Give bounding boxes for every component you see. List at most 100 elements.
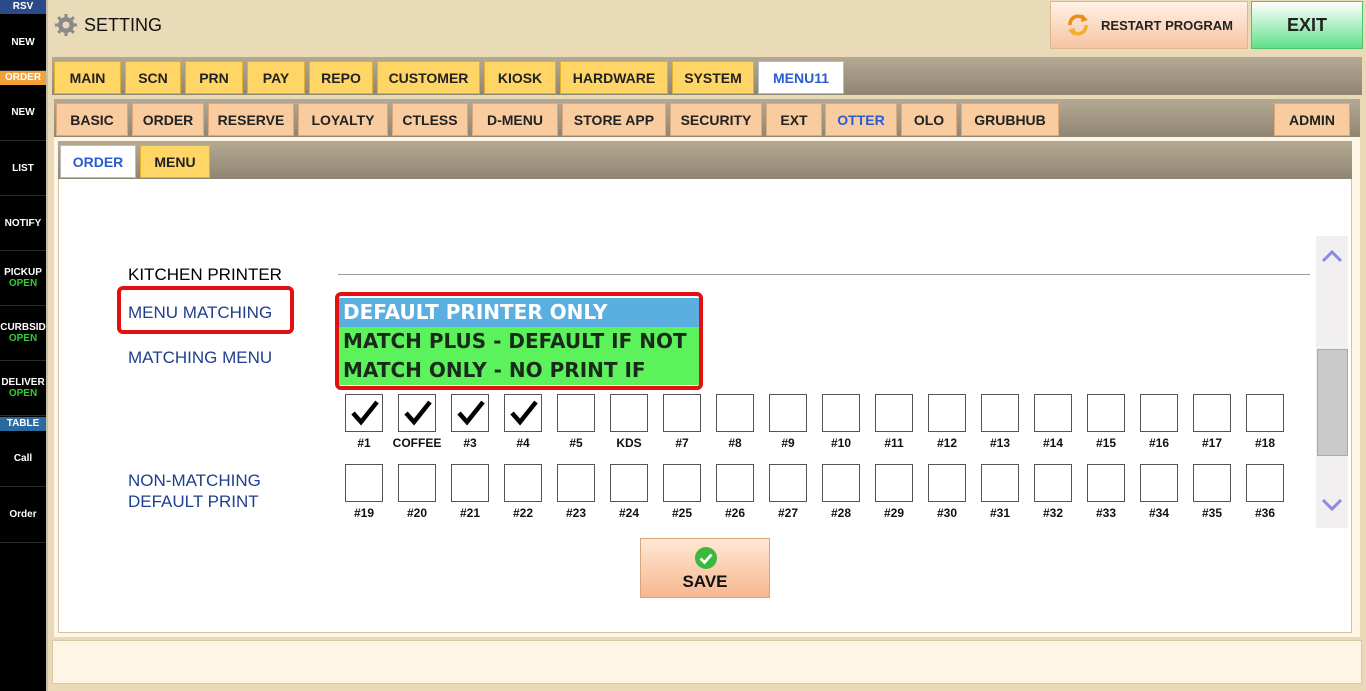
matching-printer-checkbox[interactable]	[875, 394, 913, 432]
kitchen-printer-heading: KITCHEN PRINTER	[128, 265, 282, 284]
tab-system[interactable]: SYSTEM	[672, 61, 754, 94]
default-printer-checkbox[interactable]	[663, 464, 701, 502]
sidebar-item-rsv-new[interactable]: NEW	[0, 14, 46, 71]
sidebar-item-notify[interactable]: NOTIFY	[0, 196, 46, 251]
matching-printer-checkbox[interactable]	[769, 394, 807, 432]
matching-printer-checkbox[interactable]	[1246, 394, 1284, 432]
default-printer-label: #27	[777, 506, 799, 520]
status-badge: OPEN	[8, 278, 38, 289]
matching-printer-checkbox[interactable]	[1034, 394, 1072, 432]
default-printer-checkbox[interactable]	[1193, 464, 1231, 502]
matching-printer-checkbox[interactable]	[663, 394, 701, 432]
sidebar-item-curbside[interactable]: CURBSID OPEN	[0, 306, 46, 361]
sidebar-item-pickup[interactable]: PICKUP OPEN	[0, 251, 46, 306]
tab-ext[interactable]: EXT	[766, 103, 822, 136]
default-printer-checkbox[interactable]	[1034, 464, 1072, 502]
tab-reserve[interactable]: RESERVE	[208, 103, 294, 136]
tab-security[interactable]: SECURITY	[670, 103, 762, 136]
default-printer-checkbox[interactable]	[716, 464, 754, 502]
default-printer-checkbox[interactable]	[822, 464, 860, 502]
option-default-printer-only[interactable]: DEFAULT PRINTER ONLY	[339, 298, 699, 327]
default-printer-checkbox[interactable]	[557, 464, 595, 502]
default-printer-checkbox[interactable]	[1246, 464, 1284, 502]
sidebar-item-list[interactable]: LIST	[0, 141, 46, 196]
tab-admin[interactable]: ADMIN	[1274, 103, 1350, 136]
matching-printer-checkbox[interactable]	[981, 394, 1019, 432]
default-printer-checkbox[interactable]	[504, 464, 542, 502]
default-printer-checkbox[interactable]	[928, 464, 966, 502]
matching-printer-checkbox[interactable]	[1193, 394, 1231, 432]
scrollbar-thumb[interactable]	[1317, 349, 1348, 456]
exit-button[interactable]: EXIT	[1251, 1, 1363, 49]
left-sidebar: RSV NEW ORDER NEW LIST NOTIFY PICKUP OPEN…	[0, 0, 46, 691]
sidebar-item-label: DELIVER	[1, 377, 45, 388]
default-printer-checkbox[interactable]	[345, 464, 383, 502]
matching-printer-checkbox[interactable]	[345, 394, 383, 432]
default-printer-label: #22	[512, 506, 534, 520]
sidebar-item-label: Order	[9, 509, 37, 520]
label-line: NON-MATCHING	[128, 471, 261, 490]
default-printer-checkbox[interactable]	[981, 464, 1019, 502]
default-printer-checkbox[interactable]	[451, 464, 489, 502]
matching-printer-checkbox[interactable]	[928, 394, 966, 432]
matching-printer-checkbox[interactable]	[716, 394, 754, 432]
tab-otter-order[interactable]: ORDER	[60, 145, 136, 178]
tab-d-menu[interactable]: D-MENU	[472, 103, 558, 136]
default-printer-checkbox[interactable]	[1087, 464, 1125, 502]
otter-tab-bar: ORDER MENU	[58, 141, 1352, 179]
tab-otter[interactable]: OTTER	[825, 103, 897, 136]
menu-matching-label: MENU MATCHING	[128, 303, 273, 322]
order-header: ORDER	[0, 71, 46, 85]
matching-printer-checkbox[interactable]	[504, 394, 542, 432]
tab-olo[interactable]: OLO	[901, 103, 957, 136]
matching-printer-checkbox[interactable]	[1087, 394, 1125, 432]
matching-printer-checkbox[interactable]	[451, 394, 489, 432]
tab-repo[interactable]: REPO	[309, 61, 373, 94]
chevron-up-icon[interactable]	[1318, 244, 1346, 268]
matching-printer-checkbox[interactable]	[1140, 394, 1178, 432]
matching-printer-checkbox[interactable]	[610, 394, 648, 432]
tab-loyalty[interactable]: LOYALTY	[298, 103, 388, 136]
tab-basic[interactable]: BASIC	[56, 103, 128, 136]
default-printer-checkbox[interactable]	[875, 464, 913, 502]
tab-prn[interactable]: PRN	[185, 61, 243, 94]
tab-scn[interactable]: SCN	[125, 61, 181, 94]
tab-pay[interactable]: PAY	[247, 61, 305, 94]
tab-customer[interactable]: CUSTOMER	[377, 61, 480, 94]
default-printer-checkbox[interactable]	[610, 464, 648, 502]
tab-main[interactable]: MAIN	[54, 61, 121, 94]
matching-printer-checkbox[interactable]	[557, 394, 595, 432]
chevron-down-icon[interactable]	[1318, 493, 1346, 517]
tab-grubhub[interactable]: GRUBHUB	[961, 103, 1059, 136]
option-match-plus[interactable]: MATCH PLUS - DEFAULT IF NOT	[339, 327, 699, 356]
refresh-icon	[1068, 14, 1089, 36]
matching-printer-label: #10	[830, 436, 852, 450]
matching-printer-checkbox[interactable]	[398, 394, 436, 432]
default-printer-label: #36	[1254, 506, 1276, 520]
check-circle-icon	[695, 547, 717, 569]
default-printer-label: #35	[1201, 506, 1223, 520]
save-button[interactable]: SAVE	[640, 538, 770, 598]
default-printer-label: #25	[671, 506, 693, 520]
tab-order[interactable]: ORDER	[132, 103, 204, 136]
matching-printer-label: #13	[989, 436, 1011, 450]
default-printer-checkbox[interactable]	[1140, 464, 1178, 502]
matching-printer-label: KDS	[616, 436, 642, 450]
sidebar-item-call[interactable]: Call	[0, 431, 46, 487]
tab-kiosk[interactable]: KIOSK	[484, 61, 556, 94]
matching-printer-checkbox[interactable]	[822, 394, 860, 432]
sidebar-item-order[interactable]: Order	[0, 487, 46, 543]
title-bar: SETTING RESTART PROGRAM EXIT	[48, 0, 1366, 52]
tab-otter-menu[interactable]: MENU	[140, 145, 210, 178]
option-match-only[interactable]: MATCH ONLY - NO PRINT IF NOT	[339, 356, 699, 385]
tab-store-app[interactable]: STORE APP	[562, 103, 666, 136]
tab-hardware[interactable]: HARDWARE	[560, 61, 668, 94]
sidebar-item-delivery[interactable]: DELIVER OPEN	[0, 361, 46, 416]
sidebar-item-order-new[interactable]: NEW	[0, 85, 46, 141]
default-printer-checkbox[interactable]	[398, 464, 436, 502]
default-printer-checkbox[interactable]	[769, 464, 807, 502]
tab-menu11[interactable]: MENU11	[758, 61, 844, 94]
restart-program-button[interactable]: RESTART PROGRAM	[1050, 1, 1248, 49]
tab-ctless[interactable]: CTLESS	[392, 103, 468, 136]
matching-printer-label: #15	[1095, 436, 1117, 450]
